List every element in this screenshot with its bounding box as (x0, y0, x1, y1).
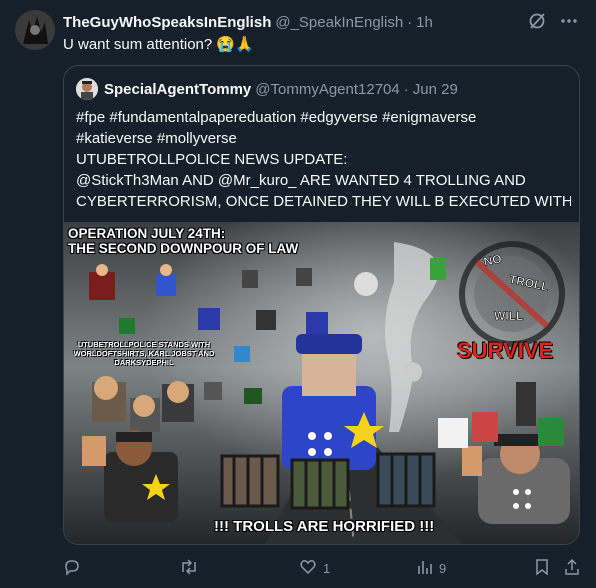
more-icon[interactable] (560, 12, 578, 34)
bookmark-icon (534, 558, 550, 579)
quoted-avatar[interactable] (76, 78, 98, 100)
quoted-tweet[interactable]: SpecialAgentTommy @TommyAgent12704 · Jun… (63, 65, 580, 545)
share-icon (563, 558, 581, 579)
quoted-author-name[interactable]: SpecialAgentTommy (104, 81, 251, 98)
reply-button[interactable] (63, 558, 87, 579)
media-bottom-text: !!! TROLLS ARE HORRIFIED !!! (214, 518, 435, 535)
media-artwork: NO TROLL WILL (64, 222, 579, 544)
like-icon (299, 558, 317, 579)
quoted-header: SpecialAgentTommy @TommyAgent12704 · Jun… (76, 78, 458, 100)
media-title-line: THE SECOND DOWNPOUR OF LAW (68, 241, 299, 256)
share-button[interactable] (563, 558, 581, 579)
like-button[interactable]: 1 (299, 558, 330, 579)
quoted-text-line: #katieverse #mollyverse (76, 130, 237, 147)
quoted-media-image[interactable]: NO TROLL WILL OPERATION JULY 24TH: THE S… (64, 222, 579, 544)
grok-icon[interactable] (528, 12, 546, 34)
quoted-author-handle[interactable]: @TommyAgent12704 (255, 81, 399, 98)
media-caption: UTUBETROLLPOLICE STANDS WITH WORLDOFTSHI… (73, 340, 215, 367)
separator-dot: · (407, 13, 413, 31)
action-bar: 1 9 (63, 556, 583, 580)
quoted-date[interactable]: Jun 29 (413, 81, 458, 98)
author-name[interactable]: TheGuyWhoSpeaksInEnglish (63, 14, 271, 31)
jail-cells (220, 452, 436, 510)
quoted-text-line: UTUBETROLLPOLICE NEWS UPDATE: (76, 151, 348, 168)
retweet-icon (179, 558, 199, 579)
media-title: OPERATION JULY 24TH: THE SECOND DOWNPOUR… (68, 226, 298, 256)
views-icon (417, 558, 433, 579)
reply-icon (63, 558, 81, 579)
survive-text: SURVIVE (457, 338, 554, 363)
quoted-text-line: CYBERTERRORISM, ONCE DETAINED THEY WILL … (76, 193, 571, 210)
separator-dot: · (403, 80, 409, 98)
tweet-text: U want sum attention? 😭🙏 (63, 36, 254, 53)
quoted-text-line: @StickTh3Man AND @Mr_kuro_ ARE WANTED 4 … (76, 172, 526, 189)
author-handle[interactable]: @_SpeakInEnglish (275, 14, 403, 31)
quoted-text-line: #fpe #fundamentalpapereduation #edgyvers… (76, 109, 477, 126)
header-icons (528, 12, 578, 34)
sign-will-text: WILL (494, 309, 523, 323)
views-button[interactable]: 9 (417, 558, 446, 579)
views-count: 9 (439, 560, 447, 576)
like-count: 1 (323, 560, 331, 576)
bookmark-button[interactable] (534, 558, 550, 579)
tweet-time[interactable]: 1h (416, 14, 433, 31)
media-title-line: OPERATION JULY 24TH: (68, 226, 226, 241)
retweet-button[interactable] (179, 558, 205, 579)
tweet-header: TheGuyWhoSpeaksInEnglish @_SpeakInEnglis… (63, 12, 578, 32)
author-avatar[interactable] (15, 10, 55, 50)
quoted-text: #fpe #fundamentalpapereduation #edgyvers… (76, 107, 571, 212)
